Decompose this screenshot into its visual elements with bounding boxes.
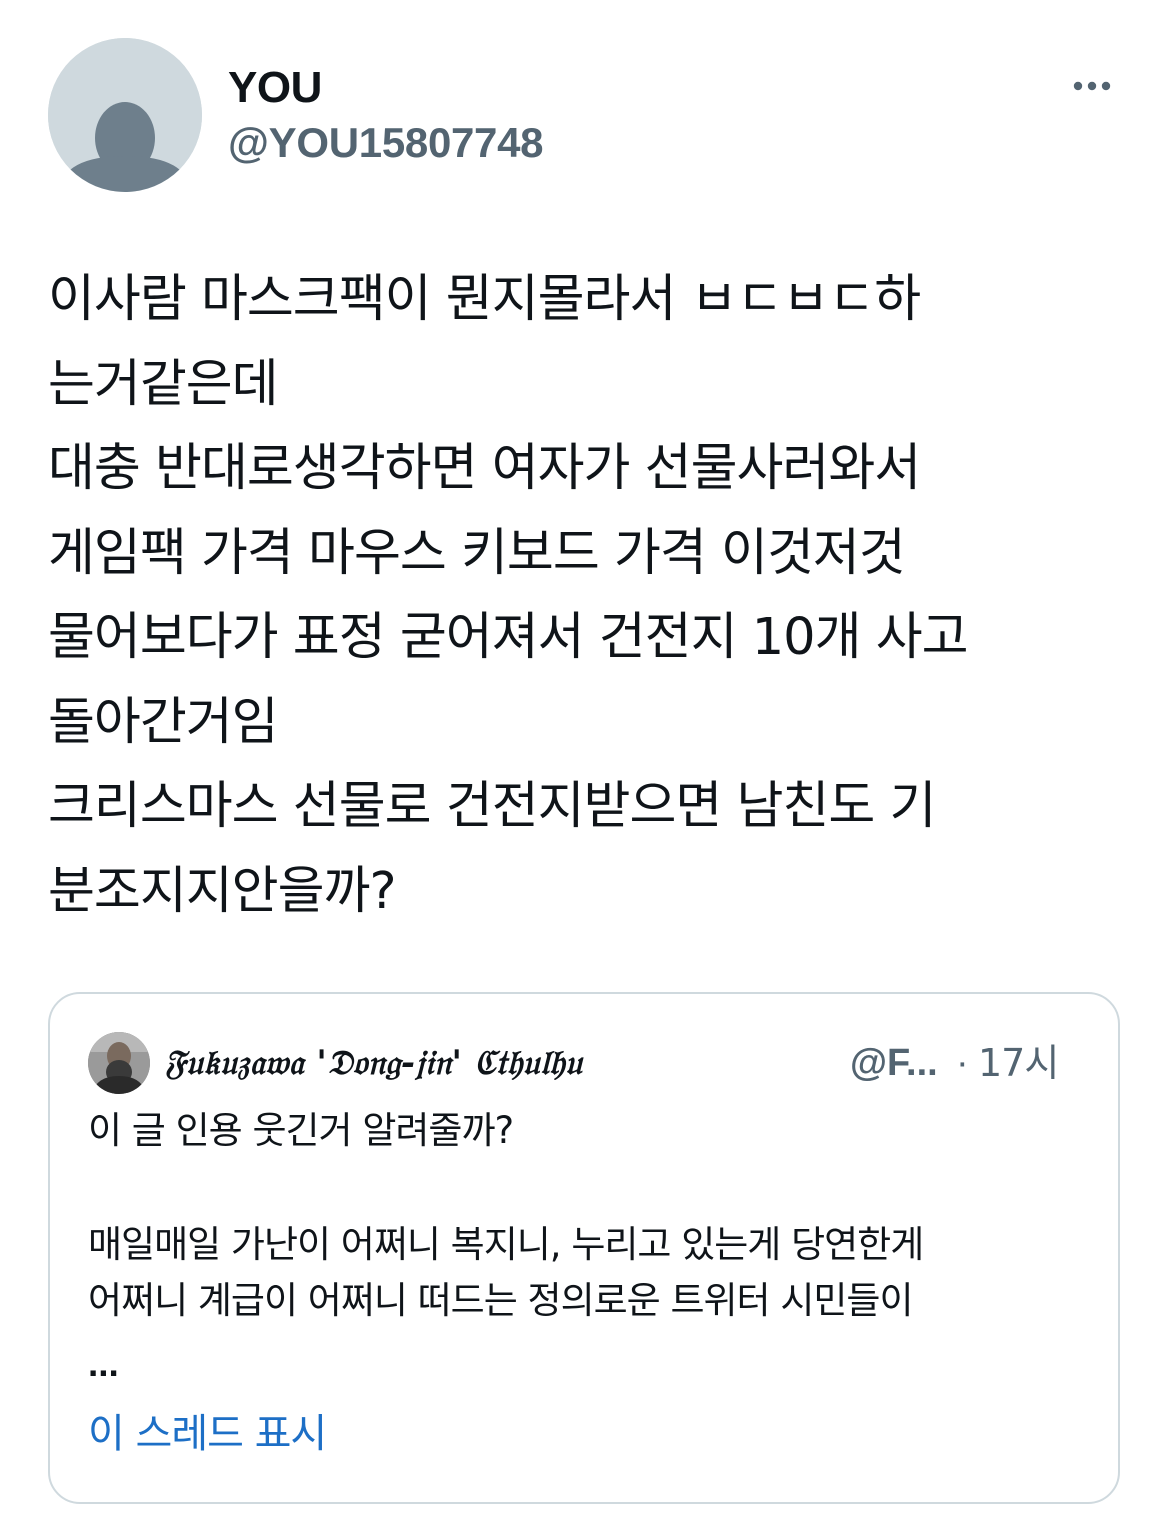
quoted-timestamp[interactable]: 17시 bbox=[978, 1040, 1059, 1086]
quoted-text-ellipsis: ... bbox=[88, 1343, 119, 1384]
quoted-author-name[interactable]: 𝔉𝔲𝔨𝔲𝔷𝔞𝔴𝔞 '𝔇𝔬𝔫𝔤-𝔧𝔦𝔫' ℭ𝔱𝔥𝔲𝔩𝔥𝔲 bbox=[164, 1038, 582, 1088]
tweet-text-line: 돌아간거임 bbox=[48, 692, 279, 752]
more-options-button[interactable] bbox=[1068, 64, 1124, 108]
author-display-name[interactable]: YOU bbox=[228, 62, 322, 114]
more-horizontal-icon bbox=[1073, 81, 1111, 91]
tweet-text-line: 게임팩 가격 마우스 키보드 가격 이것저것 bbox=[48, 523, 906, 583]
tweet-text-line: 이사람 마스크팩이 뭔지몰라서 ㅂㄷㅂㄷ하 bbox=[48, 270, 921, 329]
meta-separator: · bbox=[956, 1042, 969, 1084]
author-avatar[interactable] bbox=[48, 38, 202, 192]
quoted-author-photo-icon bbox=[88, 1032, 150, 1094]
tweet-text-line: 분조지지안을까? bbox=[48, 861, 397, 921]
quoted-text-line: 이 글 인용 웃긴거 알려줄까? bbox=[88, 1109, 514, 1152]
tweet-text-line: 는거같은데 bbox=[48, 354, 279, 414]
tweet-text-line: 물어보다가 표정 굳어져서 건전지 10개 사고 bbox=[48, 608, 969, 667]
show-thread-link[interactable]: 이 스레드 표시 bbox=[88, 1406, 327, 1462]
tweet-text: 이사람 마스크팩이 뭔지몰라서 ㅂㄷㅂㄷ하 는거같은데 대충 반대로생각하면 여… bbox=[48, 258, 1128, 934]
quoted-text-line: 어쩌니 계급이 어쩌니 떠드는 정의로운 트위터 시민들이 bbox=[88, 1279, 914, 1322]
author-handle[interactable]: @YOU15807748 bbox=[228, 118, 544, 168]
quoted-tweet-card[interactable]: 𝔉𝔲𝔨𝔲𝔷𝔞𝔴𝔞 '𝔇𝔬𝔫𝔤-𝔧𝔦𝔫' ℭ𝔱𝔥𝔲𝔩𝔥𝔲 @F... · 17시 … bbox=[48, 992, 1120, 1504]
quoted-author-avatar[interactable] bbox=[88, 1032, 150, 1094]
tweet-text-line: 대충 반대로생각하면 여자가 선물사러와서 bbox=[48, 439, 921, 498]
quoted-text-line: 매일매일 가난이 어쩌니 복지니, 누리고 있는게 당연한게 bbox=[88, 1223, 924, 1266]
quoted-author-handle[interactable]: @F... bbox=[850, 1040, 938, 1086]
default-profile-silhouette-icon bbox=[48, 38, 202, 192]
tweet-text-line: 크리스마스 선물로 건전지받으면 남친도 기 bbox=[48, 777, 936, 836]
